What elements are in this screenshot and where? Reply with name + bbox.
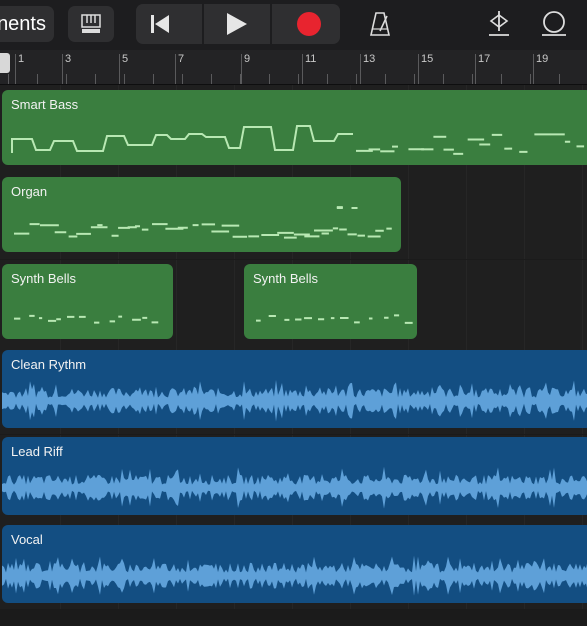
ruler-bar-line [62, 54, 63, 84]
metronome-icon[interactable] [369, 11, 391, 37]
ruler-tick [66, 74, 67, 84]
midi-region[interactable]: Smart Bass [2, 90, 587, 165]
transport-divider [202, 4, 204, 44]
grid-line [582, 172, 583, 259]
tracks-area: Smart Bass Organ Synth Bells Synth Bells Cle… [0, 85, 587, 626]
midi-region[interactable]: Synth Bells [244, 264, 417, 339]
ruler-tick [501, 74, 502, 84]
grid-line [524, 172, 525, 259]
waveform-view [2, 466, 587, 509]
play-icon[interactable] [224, 12, 248, 36]
record-icon[interactable] [296, 11, 322, 37]
bar-number: 11 [305, 53, 317, 65]
instruments-button[interactable]: nents [0, 6, 54, 42]
audio-region[interactable]: Vocal [2, 525, 587, 603]
audio-region[interactable]: Clean Rythm [2, 350, 587, 428]
instruments-label: nents [0, 13, 46, 35]
ruler-tick [95, 74, 96, 84]
midi-notes [11, 125, 353, 153]
ruler-bar-line [302, 54, 303, 84]
region-title: Vocal [11, 532, 43, 547]
bar-number: 13 [363, 53, 376, 65]
ruler-tick [356, 74, 357, 84]
ruler-bar-line [241, 54, 242, 84]
ruler-bar-line [175, 54, 176, 84]
audio-waveform [2, 379, 587, 422]
transport-divider [270, 4, 272, 44]
region-title: Clean Rythm [11, 357, 87, 372]
ruler-bar-line [119, 54, 120, 84]
track-view-icon [81, 14, 101, 33]
ruler-tick [124, 74, 125, 84]
master-volume-icon[interactable] [487, 9, 511, 39]
ruler-bar-line [475, 54, 476, 84]
ruler-tick [182, 74, 183, 84]
ruler-bar-line [533, 54, 534, 84]
midi-region[interactable]: Organ [2, 177, 401, 252]
ruler-bar-line [418, 54, 419, 84]
midi-notes-view [11, 125, 585, 155]
ruler-tick [211, 74, 212, 84]
loop-browser-icon[interactable] [540, 9, 568, 39]
transport-controls [136, 4, 340, 44]
skip-back-icon[interactable] [148, 13, 172, 35]
ruler-tick [298, 74, 299, 84]
bar-number: 17 [478, 53, 491, 65]
waveform-view [2, 379, 587, 422]
grid-line [524, 260, 525, 347]
ruler-tick [153, 74, 154, 84]
track-view-button[interactable] [68, 6, 114, 42]
grid-line [234, 260, 235, 347]
ruler-tick [472, 74, 473, 84]
ruler-tick [269, 74, 270, 84]
region-title: Smart Bass [11, 97, 79, 112]
ruler-tick [443, 74, 444, 84]
bar-number: 9 [244, 53, 251, 65]
ruler-bar-line [15, 54, 16, 84]
audio-waveform [2, 555, 587, 596]
region-title: Synth Bells [11, 271, 77, 286]
ruler-tick [385, 74, 386, 84]
grid-line [408, 172, 409, 259]
ruler-bar-line [360, 54, 361, 84]
ruler-tick [414, 74, 415, 84]
control-bar: nents [0, 0, 587, 50]
grid-line [176, 260, 177, 347]
bar-number: 1 [18, 53, 25, 65]
midi-region[interactable]: Synth Bells [2, 264, 173, 339]
ruler-tick [559, 74, 560, 84]
timeline-ruler[interactable]: 1 3 5 7 9 11 13 15 17 19 [0, 50, 587, 85]
ruler-tick [8, 74, 9, 84]
bar-number: 15 [421, 53, 434, 65]
ruler-tick [530, 74, 531, 84]
bar-number: 5 [122, 53, 129, 65]
bar-number: 19 [536, 53, 549, 65]
ruler-tick [327, 74, 328, 84]
grid-line [582, 260, 583, 347]
region-title: Lead Riff [11, 444, 63, 459]
waveform-view [2, 555, 587, 596]
bar-number: 3 [65, 53, 72, 65]
region-title: Synth Bells [253, 271, 319, 286]
grid-line [466, 260, 467, 347]
ruler-tick [37, 74, 38, 84]
audio-region[interactable]: Lead Riff [2, 437, 587, 515]
region-title: Organ [11, 184, 48, 199]
audio-waveform [2, 466, 587, 509]
midi-notes-view [14, 206, 392, 239]
playhead-handle[interactable] [0, 53, 10, 73]
bar-number: 7 [178, 53, 185, 65]
grid-line [466, 172, 467, 259]
